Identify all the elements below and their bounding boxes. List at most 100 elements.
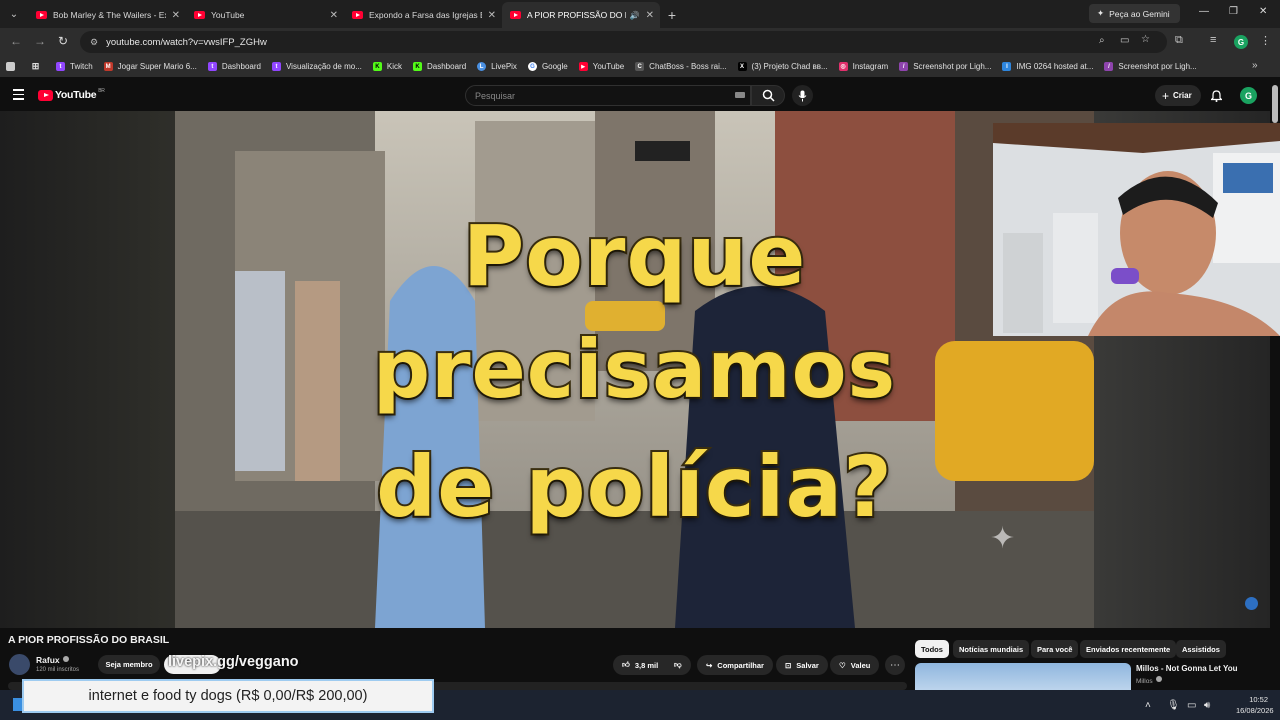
bookmark-item[interactable]: M Jogar Super Mario 6... xyxy=(103,62,197,71)
filter-chip[interactable]: Para você xyxy=(1031,640,1079,658)
sparkle-watermark-icon: ✦ xyxy=(990,522,1016,555)
tray-expand-icon[interactable]: ˄ xyxy=(1145,700,1151,711)
thanks-button[interactable]: ♡ Valeu xyxy=(830,655,880,675)
recommended-video-title[interactable]: Millos - Not Gonna Let You xyxy=(1136,664,1237,673)
save-button[interactable]: ⊡ Salvar xyxy=(776,655,828,675)
filter-chip[interactable]: Notícias mundiais xyxy=(953,640,1030,658)
extensions-icon[interactable]: ⧉ xyxy=(1175,34,1183,47)
bookmark-label: Jogar Super Mario 6... xyxy=(117,62,197,71)
close-icon[interactable]: ✕ xyxy=(330,10,338,21)
search-icon xyxy=(762,89,775,102)
browser-tab-active[interactable]: A PIOR PROFISSÃO DO BRA 🔊 ✕ xyxy=(502,2,660,28)
bookmark-item[interactable]: G Google xyxy=(527,62,568,71)
bookmark-item[interactable]: t Twitch xyxy=(56,62,93,71)
windows-start-icon[interactable] xyxy=(13,698,22,711)
share-button[interactable]: ↪ Compartilhar xyxy=(697,655,773,675)
bookmark-item[interactable]: L LivePix xyxy=(477,62,517,71)
scrollbar-thumb[interactable] xyxy=(1272,85,1278,123)
clock-date: 16/08/2026 xyxy=(1236,706,1274,715)
tab-title: YouTube xyxy=(211,10,245,20)
profile-avatar[interactable]: G xyxy=(1234,35,1248,49)
bookmark-item[interactable]: C ChatBoss - Boss rai... xyxy=(635,62,727,71)
video-player[interactable]: Porque precisamos de polícia? ✦ xyxy=(175,111,1094,628)
bookmark-item[interactable]: ◎ Instagram xyxy=(838,62,889,71)
microphone-icon xyxy=(798,90,807,101)
bookmark-item[interactable]: X (3) Projeto Chad вв... xyxy=(737,62,828,71)
bookmark-item[interactable]: K Kick xyxy=(372,62,402,71)
minimize-icon[interactable]: — xyxy=(1199,6,1209,17)
search-input[interactable]: Pesquisar xyxy=(465,85,751,106)
cast-icon[interactable]: ▭ xyxy=(1120,35,1129,46)
close-icon[interactable]: ✕ xyxy=(172,10,180,21)
youtube-favicon-icon xyxy=(510,11,521,19)
plus-icon: + xyxy=(1162,88,1170,103)
reading-mode-icon[interactable] xyxy=(6,62,20,71)
create-button[interactable]: + Criar xyxy=(1155,85,1201,106)
instagram-icon: ◎ xyxy=(838,62,848,71)
voice-search-button[interactable] xyxy=(792,85,813,106)
reload-icon[interactable]: ↻ xyxy=(58,34,68,48)
browser-tab[interactable]: Bob Marley & The Wailers - Exo ✕ xyxy=(28,2,186,28)
menu-kebab-icon[interactable]: ⋮ xyxy=(1260,34,1271,47)
kick-icon: K xyxy=(372,62,382,71)
bookmark-item[interactable]: ▶ YouTube xyxy=(578,62,624,71)
volume-icon[interactable]: 🔊︎ xyxy=(1204,700,1210,711)
filter-chip[interactable]: Todos xyxy=(915,640,949,658)
hamburger-menu-icon[interactable] xyxy=(13,89,24,103)
subscriber-count: 120 mil inscritos xyxy=(36,667,80,673)
join-membership-button[interactable]: Seja membro xyxy=(98,655,160,674)
channel-avatar[interactable] xyxy=(9,654,30,675)
bookmark-item[interactable]: t Dashboard xyxy=(207,62,261,71)
close-icon[interactable]: ✕ xyxy=(646,10,654,21)
speaker-icon[interactable]: 🔊 xyxy=(630,11,640,20)
streamer-badge-icon xyxy=(1245,597,1258,610)
google-icon: G xyxy=(527,62,537,71)
bookmark-label: ChatBoss - Boss rai... xyxy=(649,62,727,71)
bookmark-item[interactable]: / Screenshot por Ligh... xyxy=(1104,62,1197,71)
more-bookmarks-icon[interactable]: » xyxy=(1252,60,1258,71)
apps-grid-icon[interactable]: ⊞ xyxy=(31,61,45,71)
filter-chip[interactable]: Assistidos xyxy=(1176,640,1226,658)
youtube-favicon-icon xyxy=(352,11,363,19)
address-bar[interactable]: ⚙ youtube.com/watch?v=vwsIFP_ZGHw xyxy=(80,31,1167,53)
browser-tab[interactable]: Expondo a Farsa das Igrejas Eva ✕ xyxy=(344,2,502,28)
media-controls-icon[interactable]: ≡ xyxy=(1210,34,1216,46)
youtube-logo[interactable]: YouTube BR xyxy=(38,88,105,101)
back-arrow-icon[interactable]: ← xyxy=(10,34,22,48)
more-actions-button[interactable]: ⋯ xyxy=(885,655,905,675)
bookmark-star-icon[interactable]: ☆ xyxy=(1141,34,1150,45)
restore-icon[interactable]: ❐ xyxy=(1229,6,1238,17)
twitch-icon: t xyxy=(271,62,281,71)
verified-icon xyxy=(62,656,69,662)
account-avatar[interactable]: G xyxy=(1240,87,1257,104)
site-info-icon[interactable]: ⚙ xyxy=(90,37,98,48)
bookmark-item[interactable]: t Visualização de mo... xyxy=(271,62,362,71)
thumbs-up-icon: 👍︎ xyxy=(622,660,630,669)
close-window-icon[interactable]: ✕ xyxy=(1259,6,1267,17)
channel-name[interactable]: Rafux xyxy=(36,655,69,665)
new-tab-button[interactable]: + xyxy=(660,2,684,28)
keyboard-icon[interactable] xyxy=(735,92,745,98)
dislike-button[interactable]: 👎︎ xyxy=(668,655,691,675)
microphone-tray-icon[interactable]: 🎙︎ xyxy=(1167,700,1180,711)
notifications-bell-icon[interactable] xyxy=(1211,90,1222,102)
bookmark-item[interactable]: I IMG 0264 hosted at... xyxy=(1002,62,1093,71)
forward-arrow-icon[interactable]: → xyxy=(34,34,46,48)
network-icon[interactable]: ▭ xyxy=(1187,700,1196,711)
rec-channel-name: Millos xyxy=(1136,678,1153,685)
save-label: Salvar xyxy=(796,660,819,670)
zoom-icon[interactable]: ⌕ xyxy=(1099,35,1105,46)
search-button[interactable] xyxy=(751,85,785,106)
image-host-icon: I xyxy=(1002,62,1012,71)
system-clock[interactable]: 10:52 16/08/2026 xyxy=(1236,694,1274,716)
create-label: Criar xyxy=(1173,91,1192,100)
browser-tab[interactable]: YouTube ✕ xyxy=(186,2,344,28)
filter-chip[interactable]: Enviados recentemente xyxy=(1080,640,1177,658)
screen: ⌄ Bob Marley & The Wailers - Exo ✕ YouTu… xyxy=(0,0,1280,720)
tab-search-button[interactable]: ⌄ xyxy=(0,0,28,28)
close-icon[interactable]: ✕ xyxy=(488,10,496,21)
gemini-button[interactable]: ✦ Peça ao Gemini xyxy=(1089,4,1180,23)
bookmark-item[interactable]: K Dashboard xyxy=(413,62,466,71)
bookmark-label: Instagram xyxy=(852,62,889,71)
bookmark-item[interactable]: / Screenshot por Ligh... xyxy=(899,62,991,71)
